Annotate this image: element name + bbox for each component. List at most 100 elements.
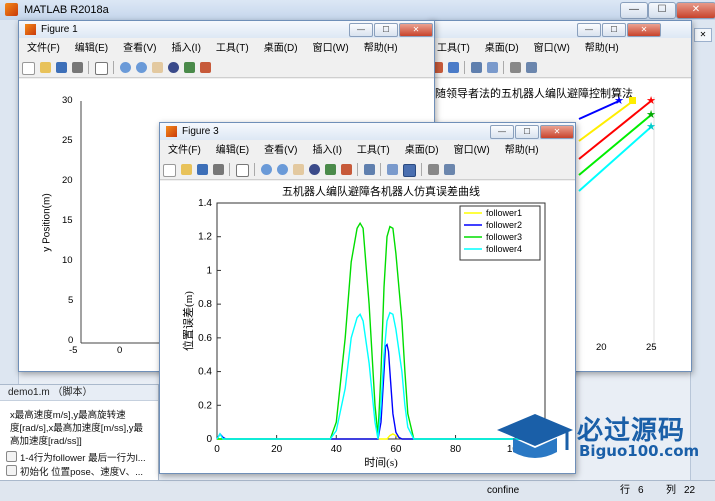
link-icon[interactable] <box>364 164 375 175</box>
colorbar-icon[interactable] <box>471 62 482 73</box>
menu-insert[interactable]: 插入(I) <box>171 43 200 54</box>
trajectory-green <box>578 114 652 176</box>
pan-icon[interactable] <box>293 164 304 175</box>
y-tick-label: 0.4 <box>198 367 212 378</box>
data-cursor-icon[interactable] <box>325 164 336 175</box>
legend-icon[interactable] <box>487 62 498 73</box>
panel-close-icon[interactable]: ✕ <box>694 28 712 42</box>
y-tick-label: 0.2 <box>198 400 212 411</box>
menu-insert[interactable]: 插入(I) <box>312 145 341 156</box>
dock-icon[interactable] <box>526 62 537 73</box>
zoom-in-icon[interactable] <box>261 164 272 175</box>
hide-tools-icon[interactable] <box>510 62 521 73</box>
minimize-button[interactable]: — <box>620 2 648 19</box>
menu-file[interactable]: 文件(F) <box>168 145 201 156</box>
link-icon[interactable] <box>448 62 459 73</box>
x-tick-label: 20 <box>271 444 283 455</box>
script-item[interactable]: 1-4行为follower 最后一行为l... <box>6 451 146 466</box>
menu-window[interactable]: 窗口(W) <box>534 43 570 54</box>
colorbar-icon[interactable] <box>387 164 398 175</box>
y-tick-label: 0 <box>206 434 212 445</box>
trajectory-cyan <box>578 126 652 192</box>
menu-tools[interactable]: 工具(T) <box>357 145 390 156</box>
menu-help[interactable]: 帮助(H) <box>585 43 619 54</box>
maximize-button[interactable]: ☐ <box>602 23 626 37</box>
script-item[interactable]: 初始化 位置pose、速度V、... <box>6 465 146 480</box>
menu-file[interactable]: 文件(F) <box>27 43 60 54</box>
x-tick-label: 0 <box>214 444 220 455</box>
menu-view[interactable]: 查看(V) <box>123 43 156 54</box>
col-label: 列 <box>666 485 676 496</box>
script-panel: demo1.m （脚本） x最高速度m/s],y最高旋转速 度[rad/s],x… <box>0 384 159 483</box>
menu-view[interactable]: 查看(V) <box>264 145 297 156</box>
script-line: 度[rad/s],x最高加速度[m/ss],y最 <box>10 423 144 434</box>
minimize-button[interactable]: — <box>577 23 601 37</box>
y-tick-label: 20 <box>62 175 73 186</box>
close-button[interactable]: ✕ <box>676 2 715 19</box>
legend-icon[interactable] <box>403 164 416 177</box>
watermark-text-en: Biguo100.com <box>579 442 700 460</box>
zoom-out-icon[interactable] <box>277 164 288 175</box>
menu-edit[interactable]: 编辑(E) <box>216 145 249 156</box>
script-line: 高加速度[rad/ss]] <box>10 436 82 447</box>
menu-window[interactable]: 窗口(W) <box>313 43 349 54</box>
status-command: confine <box>487 485 520 496</box>
menu-desktop[interactable]: 桌面(D) <box>405 145 439 156</box>
menu-desktop[interactable]: 桌面(D) <box>485 43 519 54</box>
maximize-button[interactable]: ☐ <box>648 2 676 19</box>
figure1-toolbar <box>19 59 434 78</box>
dock-icon[interactable] <box>444 164 455 175</box>
figure3-title: Figure 3 <box>182 126 219 137</box>
pan-icon[interactable] <box>152 62 163 73</box>
x-tick-label: 25 <box>646 342 657 353</box>
data-cursor-icon[interactable] <box>184 62 195 73</box>
figure2-titlebar: — ☐ ✕ <box>429 21 691 38</box>
marker-star-green: ★ <box>646 109 656 121</box>
y-axis-label: y Position(m) <box>41 193 53 252</box>
menu-help[interactable]: 帮助(H) <box>505 145 539 156</box>
close-button[interactable]: ✕ <box>399 23 433 37</box>
menu-help[interactable]: 帮助(H) <box>364 43 398 54</box>
menu-window[interactable]: 窗口(W) <box>454 145 490 156</box>
minimize-button[interactable]: — <box>490 125 514 139</box>
hide-tools-icon[interactable] <box>428 164 439 175</box>
minimize-button[interactable]: — <box>349 23 373 37</box>
rotate-icon[interactable] <box>168 62 179 73</box>
marker-star-cyan: ★ <box>646 121 656 133</box>
new-figure-icon[interactable] <box>163 164 176 177</box>
menu-edit[interactable]: 编辑(E) <box>75 43 108 54</box>
figure3-titlebar: Figure 3 — ☐ ✕ <box>160 123 575 140</box>
x-axis-label: 时间(s) <box>364 456 398 469</box>
trajectory-lines <box>578 100 652 192</box>
brush-icon[interactable] <box>200 62 211 73</box>
x-tick-label: 20 <box>596 342 607 353</box>
print-icon[interactable] <box>72 62 83 73</box>
menu-desktop[interactable]: 桌面(D) <box>264 43 298 54</box>
save-icon[interactable] <box>56 62 67 73</box>
y-axis-label: 位置误差(m) <box>181 291 195 351</box>
maximize-button[interactable]: ☐ <box>374 23 398 37</box>
save-icon[interactable] <box>197 164 208 175</box>
y-tick-label: 10 <box>62 255 73 266</box>
x-tick-label: 40 <box>331 444 343 455</box>
close-button[interactable]: ✕ <box>540 125 574 139</box>
menu-tools[interactable]: 工具(T) <box>216 43 249 54</box>
open-icon[interactable] <box>181 164 192 175</box>
x-tick-label: -5 <box>69 345 78 356</box>
brush-icon[interactable] <box>341 164 352 175</box>
zoom-in-icon[interactable] <box>120 62 131 73</box>
zoom-out-icon[interactable] <box>136 62 147 73</box>
print-icon[interactable] <box>213 164 224 175</box>
menu-tools[interactable]: 工具(T) <box>437 43 470 54</box>
marker-square-yellow <box>629 97 636 104</box>
new-figure-icon[interactable] <box>22 62 35 75</box>
legend-label: follower1 <box>486 208 522 218</box>
script-item-label: 1-4行为follower 最后一行为l... <box>20 453 146 464</box>
maximize-button[interactable]: ☐ <box>515 125 539 139</box>
pointer-icon[interactable] <box>95 62 108 75</box>
script-panel-header: demo1.m （脚本） <box>0 385 158 401</box>
pointer-icon[interactable] <box>236 164 249 177</box>
open-icon[interactable] <box>40 62 51 73</box>
close-button[interactable]: ✕ <box>627 23 661 37</box>
rotate-icon[interactable] <box>309 164 320 175</box>
